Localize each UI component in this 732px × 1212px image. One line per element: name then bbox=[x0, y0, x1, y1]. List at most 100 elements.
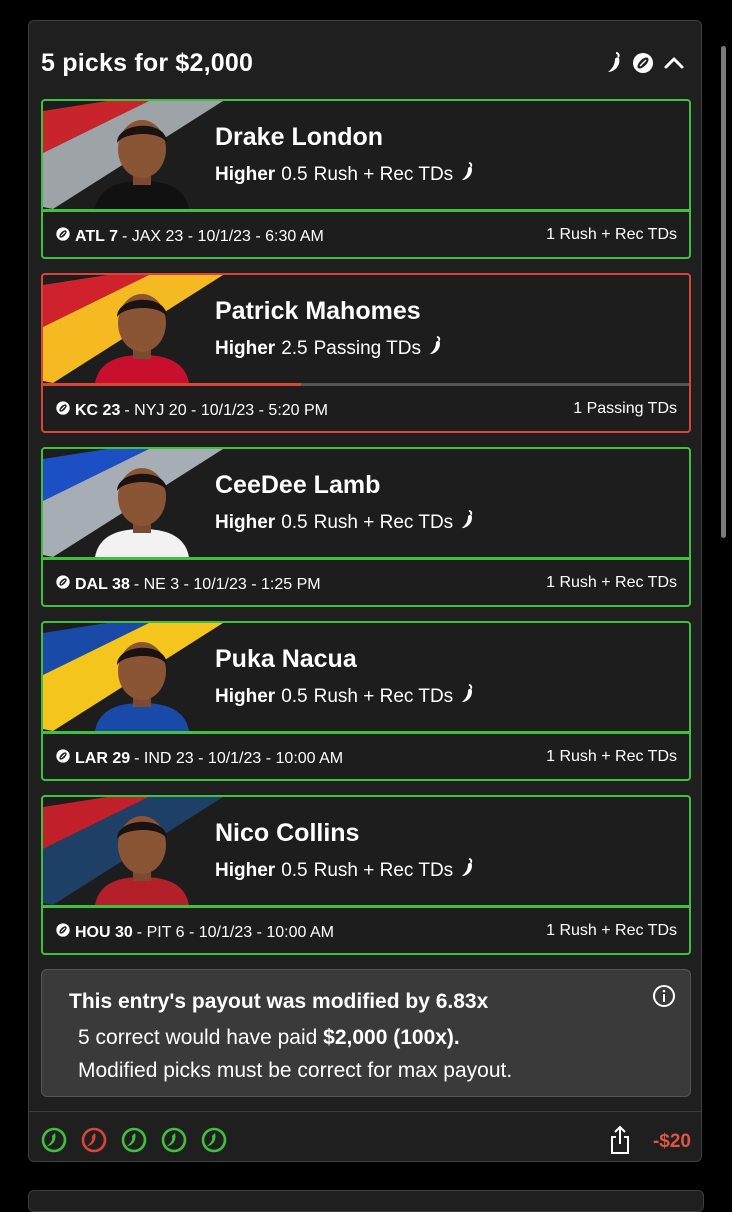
pick-header: Nico Collins Higher 0.5 Rush + Rec TDs bbox=[43, 797, 689, 905]
result-indicator-icon bbox=[41, 1127, 67, 1158]
entry-amount: -$20 bbox=[652, 1131, 691, 1152]
pick-result: 1 Rush + Rec TDs bbox=[546, 226, 677, 243]
pick-stat: Rush + Rec TDs bbox=[313, 860, 454, 881]
pick-header: CeeDee Lamb Higher 0.5 Rush + Rec TDs bbox=[43, 449, 689, 557]
game-details: - NE 3 - 10/1/23 - 1:25 PM bbox=[133, 575, 321, 593]
pick-projection: Higher 0.5 Rush + Rec TDs bbox=[215, 509, 477, 537]
pick-projection: Higher 0.5 Rush + Rec TDs bbox=[215, 161, 477, 189]
football-icon bbox=[55, 226, 71, 247]
pick-stat: Rush + Rec TDs bbox=[313, 164, 454, 185]
pick-card[interactable]: Nico Collins Higher 0.5 Rush + Rec TDs H… bbox=[41, 795, 691, 955]
result-indicator-icon bbox=[161, 1127, 187, 1158]
pick-projection: Higher 2.5 Passing TDs bbox=[215, 335, 445, 363]
team-score: ATL 7 bbox=[75, 227, 118, 245]
pick-line-value: 0.5 bbox=[281, 686, 308, 707]
pick-projection: Higher 0.5 Rush + Rec TDs bbox=[215, 857, 477, 885]
result-indicator-icon bbox=[201, 1127, 227, 1158]
game-details: - IND 23 - 10/1/23 - 10:00 AM bbox=[134, 749, 344, 767]
player-name: Nico Collins bbox=[215, 819, 360, 847]
team-score: LAR 29 bbox=[75, 749, 131, 767]
chili-icon bbox=[459, 161, 477, 189]
pick-footer: ATL 7 - JAX 23 - 10/1/23 - 6:30 AM 1 Rus… bbox=[43, 212, 689, 257]
game-info: LAR 29 - IND 23 - 10/1/23 - 10:00 AM bbox=[55, 748, 343, 769]
pick-result: 1 Rush + Rec TDs bbox=[546, 574, 677, 591]
team-score: HOU 30 bbox=[75, 923, 133, 941]
pick-projection: Higher 0.5 Rush + Rec TDs bbox=[215, 683, 477, 711]
payout-detail-text: 5 correct would have paid bbox=[78, 1026, 318, 1049]
pick-footer: KC 23 - NYJ 20 - 10/1/23 - 5:20 PM 1 Pas… bbox=[43, 386, 689, 431]
game-info: KC 23 - NYJ 20 - 10/1/23 - 5:20 PM bbox=[55, 400, 328, 421]
player-name: CeeDee Lamb bbox=[215, 471, 381, 499]
pick-line-value: 0.5 bbox=[281, 512, 308, 533]
result-indicator-icon bbox=[81, 1127, 107, 1158]
player-headshot bbox=[95, 816, 189, 905]
football-icon bbox=[55, 400, 71, 421]
payout-title: This entry's payout was modified by 6.83… bbox=[69, 990, 489, 1013]
result-indicator-icon bbox=[121, 1127, 147, 1158]
pick-line-value: 0.5 bbox=[281, 164, 308, 185]
next-entry-card[interactable] bbox=[28, 1190, 704, 1212]
payout-note: Modified picks must be correct for max p… bbox=[78, 1059, 513, 1082]
pick-stat: Rush + Rec TDs bbox=[313, 686, 454, 707]
chili-icon bbox=[427, 335, 445, 363]
pick-card[interactable]: CeeDee Lamb Higher 0.5 Rush + Rec TDs DA… bbox=[41, 447, 691, 607]
pick-header: Puka Nacua Higher 0.5 Rush + Rec TDs bbox=[43, 623, 689, 731]
pick-header: Drake London Higher 0.5 Rush + Rec TDs bbox=[43, 101, 689, 209]
pick-line-value: 0.5 bbox=[281, 860, 308, 881]
payout-amount: $2,000 (100x). bbox=[323, 1026, 460, 1049]
pick-result: 1 Passing TDs bbox=[573, 400, 677, 417]
payout-detail: 5 correct would have paid $2,000 (100x). bbox=[78, 1026, 460, 1050]
pick-direction: Higher bbox=[215, 338, 276, 359]
player-headshot bbox=[95, 468, 189, 557]
divider bbox=[29, 1111, 701, 1112]
share-icon[interactable] bbox=[609, 1125, 631, 1160]
scrollbar[interactable] bbox=[721, 46, 726, 538]
pick-footer: DAL 38 - NE 3 - 10/1/23 - 1:25 PM 1 Rush… bbox=[43, 560, 689, 605]
player-headshot bbox=[95, 120, 189, 209]
pick-direction: Higher bbox=[215, 512, 276, 533]
player-name: Puka Nacua bbox=[215, 645, 357, 673]
pick-direction: Higher bbox=[215, 686, 276, 707]
entry-header[interactable]: 5 picks for $2,000 bbox=[41, 49, 687, 79]
chili-icon bbox=[459, 683, 477, 711]
header-icons bbox=[605, 51, 687, 80]
pick-result: 1 Rush + Rec TDs bbox=[546, 922, 677, 939]
player-name: Drake London bbox=[215, 123, 384, 151]
pick-direction: Higher bbox=[215, 164, 276, 185]
pick-footer: HOU 30 - PIT 6 - 10/1/23 - 10:00 AM 1 Ru… bbox=[43, 908, 689, 953]
pick-result: 1 Rush + Rec TDs bbox=[546, 748, 677, 765]
entry-title: 5 picks for $2,000 bbox=[41, 49, 254, 77]
football-icon bbox=[55, 922, 71, 943]
player-headshot bbox=[95, 294, 189, 383]
team-score: KC 23 bbox=[75, 401, 121, 419]
pick-card[interactable]: Patrick Mahomes Higher 2.5 Passing TDs K… bbox=[41, 273, 691, 433]
game-info: ATL 7 - JAX 23 - 10/1/23 - 6:30 AM bbox=[55, 226, 324, 247]
game-info: DAL 38 - NE 3 - 10/1/23 - 1:25 PM bbox=[55, 574, 321, 595]
pick-stat: Passing TDs bbox=[313, 338, 421, 359]
info-icon[interactable] bbox=[652, 984, 676, 1013]
player-headshot bbox=[95, 642, 189, 731]
game-info: HOU 30 - PIT 6 - 10/1/23 - 10:00 AM bbox=[55, 922, 334, 943]
football-icon bbox=[631, 51, 655, 80]
chevron-up-icon[interactable] bbox=[661, 51, 687, 80]
football-icon bbox=[55, 574, 71, 595]
pick-direction: Higher bbox=[215, 860, 276, 881]
chili-icon bbox=[459, 857, 477, 885]
entry-card: 5 picks for $2,000 Drake London Higher 0… bbox=[28, 20, 702, 1162]
chili-icon bbox=[605, 51, 625, 80]
pick-card[interactable]: Puka Nacua Higher 0.5 Rush + Rec TDs LAR… bbox=[41, 621, 691, 781]
team-score: DAL 38 bbox=[75, 575, 130, 593]
pick-stat: Rush + Rec TDs bbox=[313, 512, 454, 533]
football-icon bbox=[55, 748, 71, 769]
pick-card[interactable]: Drake London Higher 0.5 Rush + Rec TDs A… bbox=[41, 99, 691, 259]
pick-footer: LAR 29 - IND 23 - 10/1/23 - 10:00 AM 1 R… bbox=[43, 734, 689, 779]
pick-header: Patrick Mahomes Higher 2.5 Passing TDs bbox=[43, 275, 689, 383]
game-details: - PIT 6 - 10/1/23 - 10:00 AM bbox=[136, 923, 334, 941]
pick-line-value: 2.5 bbox=[281, 338, 308, 359]
game-details: - NYJ 20 - 10/1/23 - 5:20 PM bbox=[124, 401, 329, 419]
entry-footer: -$20 bbox=[41, 1125, 691, 1159]
payout-notice: This entry's payout was modified by 6.83… bbox=[41, 969, 691, 1097]
player-name: Patrick Mahomes bbox=[215, 297, 421, 325]
chili-icon bbox=[459, 509, 477, 537]
result-indicators bbox=[41, 1127, 227, 1158]
